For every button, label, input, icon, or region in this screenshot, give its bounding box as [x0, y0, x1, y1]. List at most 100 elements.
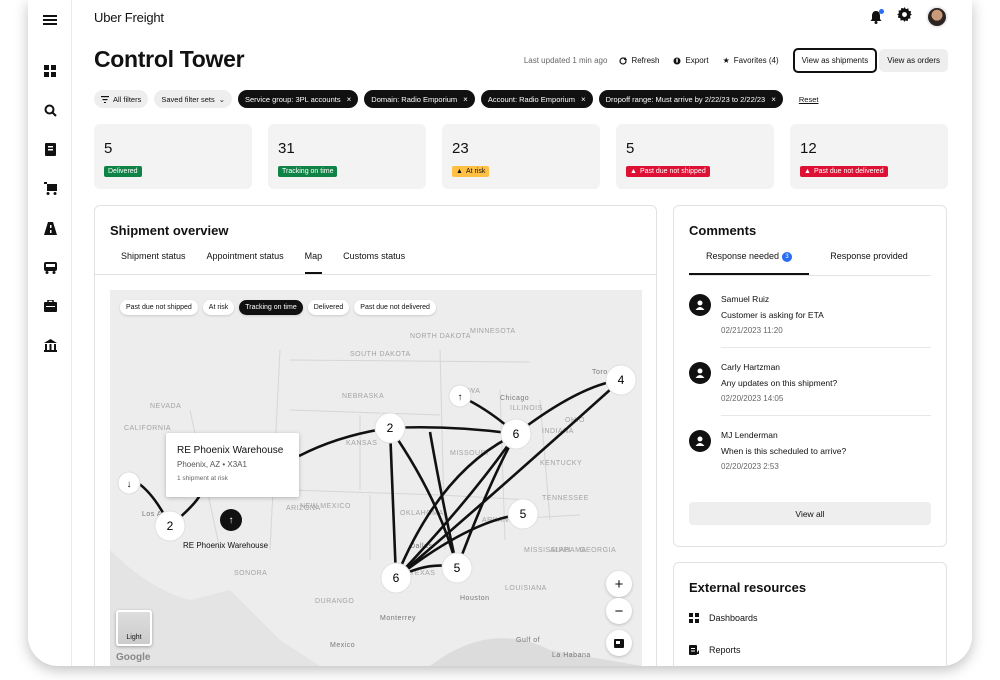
map-place-label: KANSAS — [346, 440, 377, 447]
tab-response-provided[interactable]: Response provided — [809, 251, 929, 275]
status-badge: ▲ Past due not delivered — [800, 166, 888, 177]
map-place-label: Mexico — [330, 642, 355, 649]
filter-chip[interactable]: Domain: Radio Emporium × — [364, 90, 475, 108]
shipment-map[interactable]: NORTH DAKOTA MINNESOTA SOUTH DAKOTA NEBRASK… — [110, 290, 642, 666]
filter-chip[interactable]: Account: Radio Emporium × — [480, 90, 593, 108]
close-icon[interactable]: × — [581, 95, 586, 104]
road-icon[interactable] — [40, 218, 60, 238]
comments-panel: Comments Response needed 3 Response provi… — [673, 205, 947, 547]
document-icon[interactable] — [40, 139, 60, 159]
resource-label: Dashboards — [709, 613, 758, 623]
favorites-label: Favorites (4) — [733, 56, 779, 65]
tab-appointment-status[interactable]: Appointment status — [207, 251, 284, 274]
stat-card-tracking[interactable]: 31 Tracking on time — [268, 124, 426, 189]
tab-customs-status[interactable]: Customs status — [343, 251, 405, 274]
dashboard-icon[interactable] — [40, 61, 60, 81]
refresh-button[interactable]: Refresh — [619, 56, 659, 65]
comment-item[interactable]: Carly Hartzman Any updates on this shipm… — [674, 362, 946, 416]
comment-text: Customer is asking for ETA — [721, 310, 824, 320]
close-icon[interactable]: × — [347, 95, 352, 104]
status-badge: Tracking on time — [278, 166, 338, 177]
map-place-label: La Habana — [552, 652, 591, 659]
map-place-label: INDIANA — [542, 428, 574, 435]
map-style-toggle[interactable]: Light — [116, 610, 152, 646]
filter-chip[interactable]: Dropoff range: Must arrive by 2/22/23 to… — [598, 90, 783, 108]
comment-text: Any updates on this shipment? — [721, 378, 838, 388]
route-node-count: 5 — [454, 561, 461, 575]
close-icon[interactable]: × — [771, 95, 776, 104]
legend-past-due-not-shipped[interactable]: Past due not shipped — [120, 300, 198, 315]
panel-title: External resources — [689, 580, 807, 595]
panel-title: Comments — [689, 223, 757, 238]
fullscreen-button[interactable] — [606, 630, 632, 656]
stat-card-at-risk[interactable]: 23 ▲ At risk — [442, 124, 600, 189]
badge-label: Tracking on time — [282, 168, 334, 175]
legend-at-risk[interactable]: At risk — [202, 300, 235, 315]
map-place-label: SOUTH DAKOTA — [350, 351, 411, 358]
route-node-count: 2 — [167, 519, 174, 533]
user-avatar-icon — [689, 430, 711, 452]
legend-tracking-on-time[interactable]: Tracking on time — [239, 300, 303, 315]
resource-reports[interactable]: Reports — [689, 645, 741, 655]
legend-delivered[interactable]: Delivered — [307, 300, 350, 315]
favorites-button[interactable]: ★ Favorites (4) — [723, 56, 779, 65]
truck-icon[interactable] — [40, 257, 60, 277]
app-logo: Uber Freight — [94, 10, 164, 25]
badge-label: Past due not delivered — [813, 168, 884, 175]
stat-card-delivered[interactable]: 5 Delivered — [94, 124, 252, 189]
status-badge: ▲ At risk — [452, 166, 490, 177]
menu-icon[interactable] — [40, 10, 60, 30]
map-place-label: MINNESOTA — [470, 328, 516, 335]
all-filters-label: All filters — [113, 94, 142, 104]
notification-bell-icon[interactable] — [869, 9, 884, 24]
comment-date: 02/20/2023 2:53 — [721, 462, 779, 471]
bank-icon[interactable] — [40, 335, 60, 355]
comment-date: 02/21/2023 11:20 — [721, 326, 783, 335]
search-icon[interactable] — [40, 100, 60, 120]
view-all-button[interactable]: View all — [689, 502, 931, 525]
fullscreen-icon — [614, 638, 624, 648]
briefcase-icon[interactable] — [40, 296, 60, 316]
resource-label: Reports — [709, 645, 741, 655]
resource-dashboards[interactable]: Dashboards — [689, 613, 758, 623]
all-filters-button[interactable]: All filters — [94, 90, 149, 108]
map-place-label: LOUISIANA — [505, 585, 547, 592]
warehouse-pin[interactable]: ↑ — [220, 509, 242, 531]
cart-icon[interactable] — [40, 178, 60, 198]
tab-shipment-status[interactable]: Shipment status — [121, 251, 186, 274]
gear-icon[interactable] — [897, 7, 912, 27]
comment-item[interactable]: MJ Lenderman When is this scheduled to a… — [674, 430, 946, 483]
filter-chip-label: Domain: Radio Emporium — [371, 94, 458, 104]
filter-chip[interactable]: Service group: 3PL accounts × — [238, 90, 359, 108]
comment-author: Carly Hartzman — [721, 362, 781, 372]
map-place-label: Houston — [460, 595, 490, 602]
view-as-shipments-button[interactable]: View as shipments — [792, 48, 878, 73]
status-badge: ▲ Past due not shipped — [626, 166, 710, 177]
tab-map[interactable]: Map — [304, 251, 323, 274]
view-as-orders-button[interactable]: View as orders — [879, 49, 948, 72]
badge-label: At risk — [465, 168, 486, 175]
map-legend: Past due not shipped At risk Tracking on… — [120, 300, 436, 315]
zoom-out-button[interactable]: − — [606, 598, 632, 624]
map-place-label: NORTH DAKOTA — [410, 333, 471, 340]
saved-filter-sets-dropdown[interactable]: Saved filter sets ⌄ — [154, 90, 232, 108]
route-line — [388, 427, 398, 579]
star-icon: ★ — [722, 56, 730, 65]
stat-card-past-due-not-shipped[interactable]: 5 ▲ Past due not shipped — [616, 124, 774, 189]
comment-item[interactable]: Samuel Ruiz Customer is asking for ETA 0… — [674, 294, 946, 348]
legend-past-due-not-delivered[interactable]: Past due not delivered — [354, 300, 436, 315]
map-place-label: NEBRASKA — [342, 393, 384, 400]
zoom-in-button[interactable]: + — [606, 571, 632, 597]
avatar[interactable] — [926, 6, 948, 28]
stat-card-past-due-not-delivered[interactable]: 12 ▲ Past due not delivered — [790, 124, 948, 189]
popup-note: 1 shipment at risk — [177, 475, 228, 482]
external-resources-panel: External resources Dashboards Reports — [673, 562, 947, 666]
refresh-icon — [619, 56, 628, 65]
tab-response-needed[interactable]: Response needed 3 — [689, 251, 809, 275]
close-icon[interactable]: × — [463, 95, 468, 104]
map-style-label: Light — [126, 634, 142, 641]
saved-filter-sets-label: Saved filter sets — [161, 94, 215, 104]
export-button[interactable]: Export — [673, 56, 709, 65]
route-node-count: 2 — [387, 421, 394, 435]
reset-link[interactable]: Reset — [799, 95, 819, 104]
